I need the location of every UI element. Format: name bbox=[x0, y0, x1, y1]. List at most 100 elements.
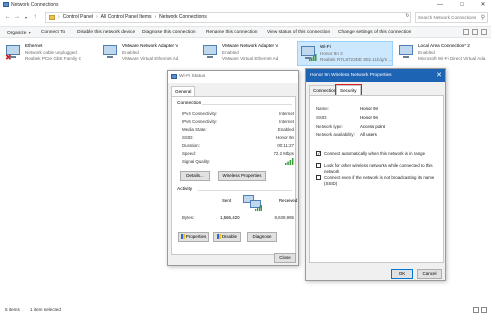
rename-button[interactable]: Rename this connection bbox=[206, 27, 257, 38]
connect-to-button[interactable]: Connect To bbox=[41, 27, 65, 38]
preview-pane-icon[interactable] bbox=[472, 29, 478, 35]
media-state-row: Media State: Enabled bbox=[182, 127, 294, 132]
adapter-name: VMware Network Adapter VMnet1 bbox=[122, 43, 178, 48]
disable-device-button[interactable]: Disable this network device bbox=[77, 27, 135, 38]
network-adapter-icon bbox=[398, 44, 416, 61]
diagnose-button[interactable]: Diagnose this connection bbox=[142, 27, 196, 38]
cancel-button[interactable]: Cancel bbox=[417, 269, 442, 279]
close-button[interactable]: Close bbox=[274, 253, 296, 263]
search-input[interactable] bbox=[418, 14, 478, 21]
wireless-properties-button[interactable]: Wireless Properties bbox=[218, 171, 266, 181]
ok-button[interactable]: OK bbox=[391, 269, 413, 279]
general-panel: Connection IPv4 Connectivity: Internet I… bbox=[171, 96, 298, 255]
signal-quality-row: Signal Quality: bbox=[182, 158, 294, 165]
network-adapter-icon bbox=[102, 44, 120, 61]
maximize-icon[interactable]: □ bbox=[455, 0, 469, 10]
dialog-title: Honor 9n Wireless Network Properties bbox=[310, 73, 392, 78]
wireless-properties-dialog: Honor 9n Wireless Network Properties ✕ C… bbox=[305, 68, 446, 281]
received-label: Received bbox=[279, 198, 298, 203]
breadcrumb-all-items[interactable]: All Control Panel Items bbox=[101, 13, 152, 22]
adapter-wifi[interactable]: Wi-Fi Honor 9n 3 Realtek RTL8723DE 802.1… bbox=[297, 41, 393, 66]
help-icon[interactable] bbox=[481, 29, 487, 35]
search-icon: ⚲ bbox=[480, 15, 485, 21]
adapter-ethernet[interactable]: ✖ Ethernet Network cable unplugged Realt… bbox=[3, 41, 81, 66]
connection-panel: Name: Honor 9n SSID: Honor 9n Network ty… bbox=[309, 95, 444, 263]
address-bar: ← → ▾ ↑ › Control Panel › All Control Pa… bbox=[0, 11, 491, 24]
adapter-device: Realtek RTL8723DE 802.11b/g/n ... bbox=[320, 57, 392, 62]
wifi-adapter-icon bbox=[300, 45, 318, 62]
selected-count: 1 item selected bbox=[30, 307, 61, 312]
search-box[interactable]: ⚲ bbox=[415, 12, 488, 23]
activity-group-label: Activity bbox=[177, 187, 193, 192]
chevron-down-icon: ▾ bbox=[27, 30, 31, 35]
adapter-device: Microsoft Wi-Fi Direct Virtual Ada... bbox=[418, 56, 486, 61]
network-availability-row: Network availability: All users bbox=[316, 132, 377, 137]
window-title: Network Connections bbox=[11, 2, 59, 8]
network-connections-window: Network Connections — □ ✕ ← → ▾ ↑ › Cont… bbox=[0, 0, 491, 315]
dialog-title-bar: Wi-Fi Status bbox=[168, 71, 298, 83]
minimize-icon[interactable]: — bbox=[433, 0, 447, 10]
breadcrumb-control-panel[interactable]: Control Panel bbox=[63, 13, 93, 22]
shield-icon bbox=[180, 234, 185, 239]
ipv6-row: IPv6 Connectivity: Internet bbox=[182, 119, 294, 124]
view-icon[interactable] bbox=[463, 29, 469, 35]
divider bbox=[198, 190, 292, 191]
ssid-row: SSID: Honor 9n bbox=[182, 135, 294, 140]
ethernet-icon: ✖ bbox=[5, 44, 23, 62]
checkbox[interactable] bbox=[316, 163, 321, 168]
tab-general[interactable]: General bbox=[171, 86, 196, 96]
breadcrumb[interactable]: › Control Panel › All Control Panel Item… bbox=[45, 12, 411, 23]
properties-button[interactable]: Properties bbox=[178, 232, 209, 242]
adapter-vmnet8[interactable]: VMware Network Adapter VMnet8 Enabled VM… bbox=[200, 41, 278, 66]
details-button[interactable]: Details... bbox=[180, 171, 210, 181]
status-bar: 5 items 1 item selected bbox=[0, 305, 491, 315]
wifi-status-icon bbox=[171, 74, 177, 79]
checkbox-checked[interactable]: ✓ bbox=[316, 151, 321, 156]
connection-group-label: Connection bbox=[177, 101, 202, 106]
adapter-device: Realtek PCIe GbE Family Controller bbox=[25, 56, 81, 61]
ssid-row: SSID: Honor 9n bbox=[316, 115, 379, 120]
item-count: 5 items bbox=[5, 307, 20, 312]
dialog-title: Wi-Fi Status bbox=[179, 74, 206, 79]
network-activity-icon bbox=[242, 192, 264, 214]
network-adapter-icon bbox=[202, 44, 220, 61]
network-type-row: Network type: Access point bbox=[316, 124, 385, 129]
checkbox[interactable] bbox=[316, 175, 321, 180]
command-bar: Organize ▾ Connect To Disable this netwo… bbox=[0, 26, 491, 38]
duration-row: Duration: 00:11:27 bbox=[182, 143, 294, 148]
title-bar: Network Connections — □ ✕ bbox=[0, 0, 491, 10]
view-options[interactable] bbox=[463, 29, 487, 35]
sent-label: Sent bbox=[222, 198, 232, 203]
tab-security[interactable]: Security bbox=[335, 84, 362, 96]
adapter-local-area-connection-2[interactable]: Local Area Connection* 2 Enabled Microso… bbox=[396, 41, 488, 66]
refresh-icon[interactable]: ↻ bbox=[404, 12, 411, 21]
diagnose-button[interactable]: Diagnose bbox=[247, 232, 277, 242]
disable-button[interactable]: Disable bbox=[213, 232, 241, 242]
adapter-name: VMware Network Adapter VMnet8 bbox=[222, 43, 278, 48]
close-icon[interactable]: ✕ bbox=[436, 69, 442, 82]
dialog-title-bar: Honor 9n Wireless Network Properties ✕ bbox=[306, 69, 445, 82]
ipv4-row: IPv4 Connectivity: Internet bbox=[182, 111, 294, 116]
organize-menu[interactable]: Organize ▾ bbox=[7, 27, 31, 38]
adapter-device: VMware Virtual Ethernet Adapter ... bbox=[222, 56, 278, 61]
view-status-button[interactable]: View status of this connection bbox=[267, 27, 330, 38]
adapter-vmnet1[interactable]: VMware Network Adapter VMnet1 Enabled VM… bbox=[100, 41, 178, 66]
large-icons-view-icon[interactable] bbox=[481, 307, 487, 313]
forward-arrow-icon[interactable]: → bbox=[13, 13, 21, 22]
speed-row: Speed: 72.2 Mbps bbox=[182, 151, 294, 156]
details-view-icon[interactable] bbox=[473, 307, 479, 313]
adapter-device: VMware Virtual Ethernet Adapter ... bbox=[122, 56, 178, 61]
recent-locations-chevron-icon[interactable]: ▾ bbox=[22, 13, 30, 22]
bytes-sent: 1,566,420 bbox=[220, 215, 240, 220]
control-panel-icon bbox=[49, 15, 55, 20]
back-arrow-icon[interactable]: ← bbox=[4, 13, 12, 22]
close-icon[interactable]: ✕ bbox=[476, 0, 490, 10]
signal-bars-icon bbox=[309, 54, 317, 61]
breadcrumb-network-connections[interactable]: Network Connections bbox=[159, 13, 207, 22]
signal-bars-icon bbox=[285, 158, 294, 165]
shield-icon bbox=[216, 234, 221, 239]
view-toggle[interactable] bbox=[473, 307, 487, 313]
wifi-status-dialog: Wi-Fi Status General Connection IPv4 Con… bbox=[167, 70, 299, 266]
change-settings-button[interactable]: Change settings of this connection bbox=[338, 27, 411, 38]
up-arrow-icon[interactable]: ↑ bbox=[31, 13, 39, 22]
